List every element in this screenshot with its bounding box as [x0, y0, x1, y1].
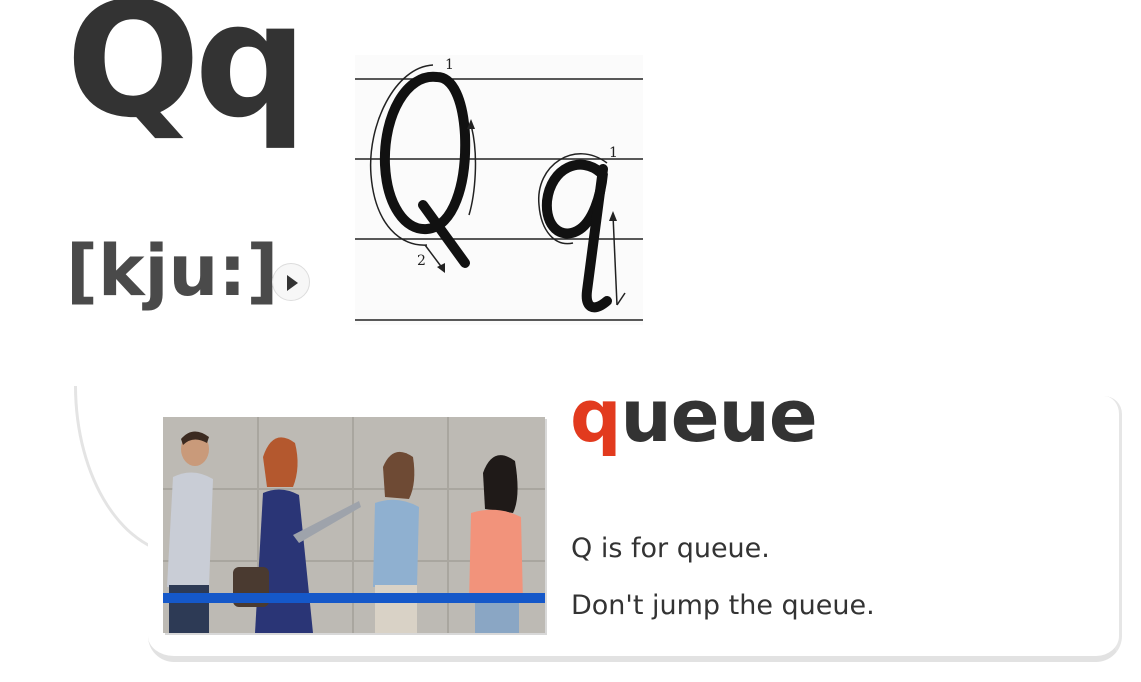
stroke-number-1: 1	[445, 57, 454, 73]
vocabulary-word: queue	[570, 380, 818, 452]
play-pronunciation-button[interactable]	[272, 263, 310, 301]
example-sentence-2: Don't jump the queue.	[571, 590, 875, 621]
queue-barrier-rope	[163, 593, 545, 603]
word-rest: ueue	[620, 374, 818, 458]
example-sentence-1: Q is for queue.	[571, 533, 770, 564]
phonetic-transcription: [kju:]	[66, 230, 279, 312]
lowercase-q-glyph	[538, 153, 626, 313]
capital-q-glyph	[369, 64, 477, 273]
letter-heading: Qq	[66, 0, 307, 153]
handwriting-guide-image: 1 2 1	[355, 55, 643, 325]
queue-photo	[163, 417, 545, 633]
stroke-number-1-lower: 1	[609, 145, 618, 161]
word-first-letter: q	[570, 374, 622, 458]
play-icon	[287, 275, 298, 291]
stroke-number-2: 2	[417, 253, 426, 269]
